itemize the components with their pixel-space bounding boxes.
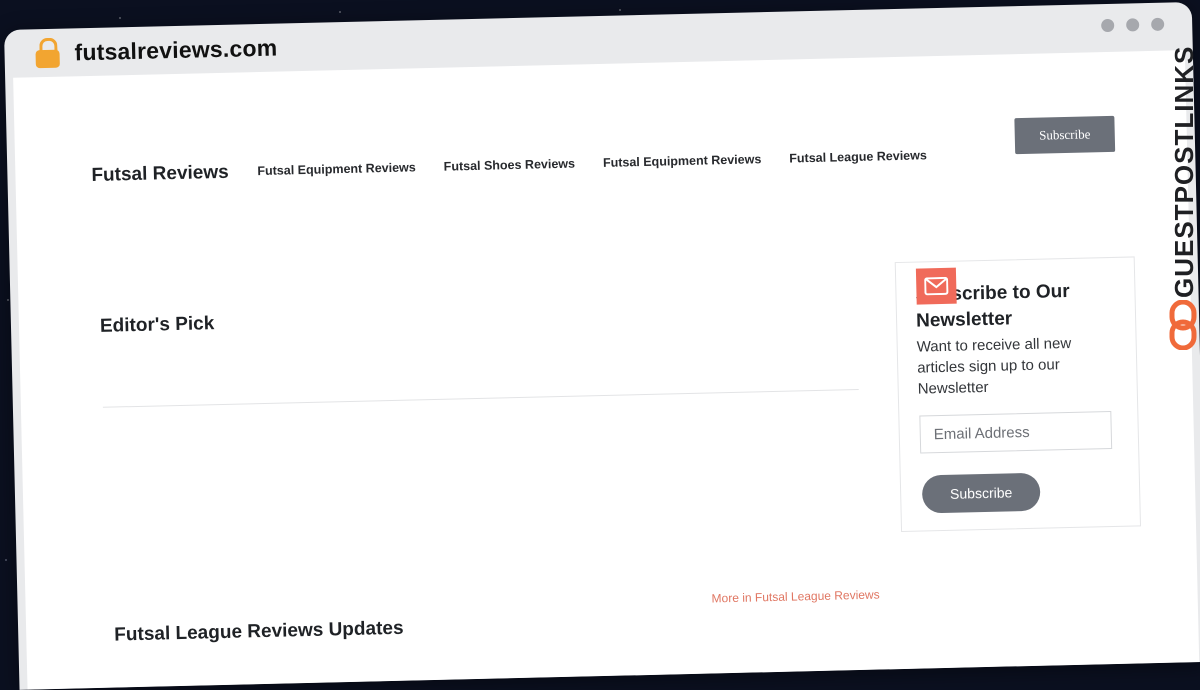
chain-link-icon [1168, 299, 1198, 355]
nav-item-futsal-equipment-reviews[interactable]: Futsal Equipment Reviews [257, 160, 416, 178]
lock-icon [34, 37, 61, 69]
web-page: Futsal Reviews Futsal Equipment Reviews … [13, 50, 1200, 690]
email-address-input[interactable] [919, 411, 1113, 454]
editors-pick-heading: Editor's Pick [99, 313, 215, 337]
newsletter-card: Subscribe to Our Newsletter Want to rece… [894, 256, 1142, 533]
guestpostlinks-watermark: GUESTPOSTLINKS [1166, 30, 1200, 370]
browser-window: futsalreviews.com Futsal Reviews Futsal … [4, 2, 1200, 690]
watermark-text: GUESTPOSTLINKS [1169, 45, 1199, 298]
window-dot-icon[interactable] [1151, 17, 1165, 31]
header-subscribe-button[interactable]: Subscribe [1014, 115, 1116, 155]
nav-item-futsal-equipment-reviews-2[interactable]: Futsal Equipment Reviews [603, 152, 762, 170]
nav-item-futsal-league-reviews[interactable]: Futsal League Reviews [789, 148, 927, 165]
url-domain[interactable]: futsalreviews.com [74, 34, 277, 66]
browser-screenshot: futsalreviews.com Futsal Reviews Futsal … [0, 0, 1200, 690]
updates-heading: Futsal League Reviews Updates [114, 617, 404, 646]
nav-item-futsal-shoes-reviews[interactable]: Futsal Shoes Reviews [444, 157, 576, 174]
window-dot-icon[interactable] [1101, 18, 1115, 33]
main-nav: Futsal Equipment Reviews Futsal Shoes Re… [257, 148, 927, 178]
section-divider [102, 388, 859, 408]
newsletter-subscribe-button[interactable]: Subscribe [921, 472, 1041, 514]
window-controls [1101, 17, 1165, 33]
window-dot-icon[interactable] [1126, 18, 1140, 32]
newsletter-description: Want to receive all new articles sign up… [916, 334, 1072, 398]
site-title[interactable]: Futsal Reviews [91, 162, 229, 187]
more-in-league-reviews-link[interactable]: More in Futsal League Reviews [711, 588, 879, 606]
mail-icon [915, 267, 957, 305]
